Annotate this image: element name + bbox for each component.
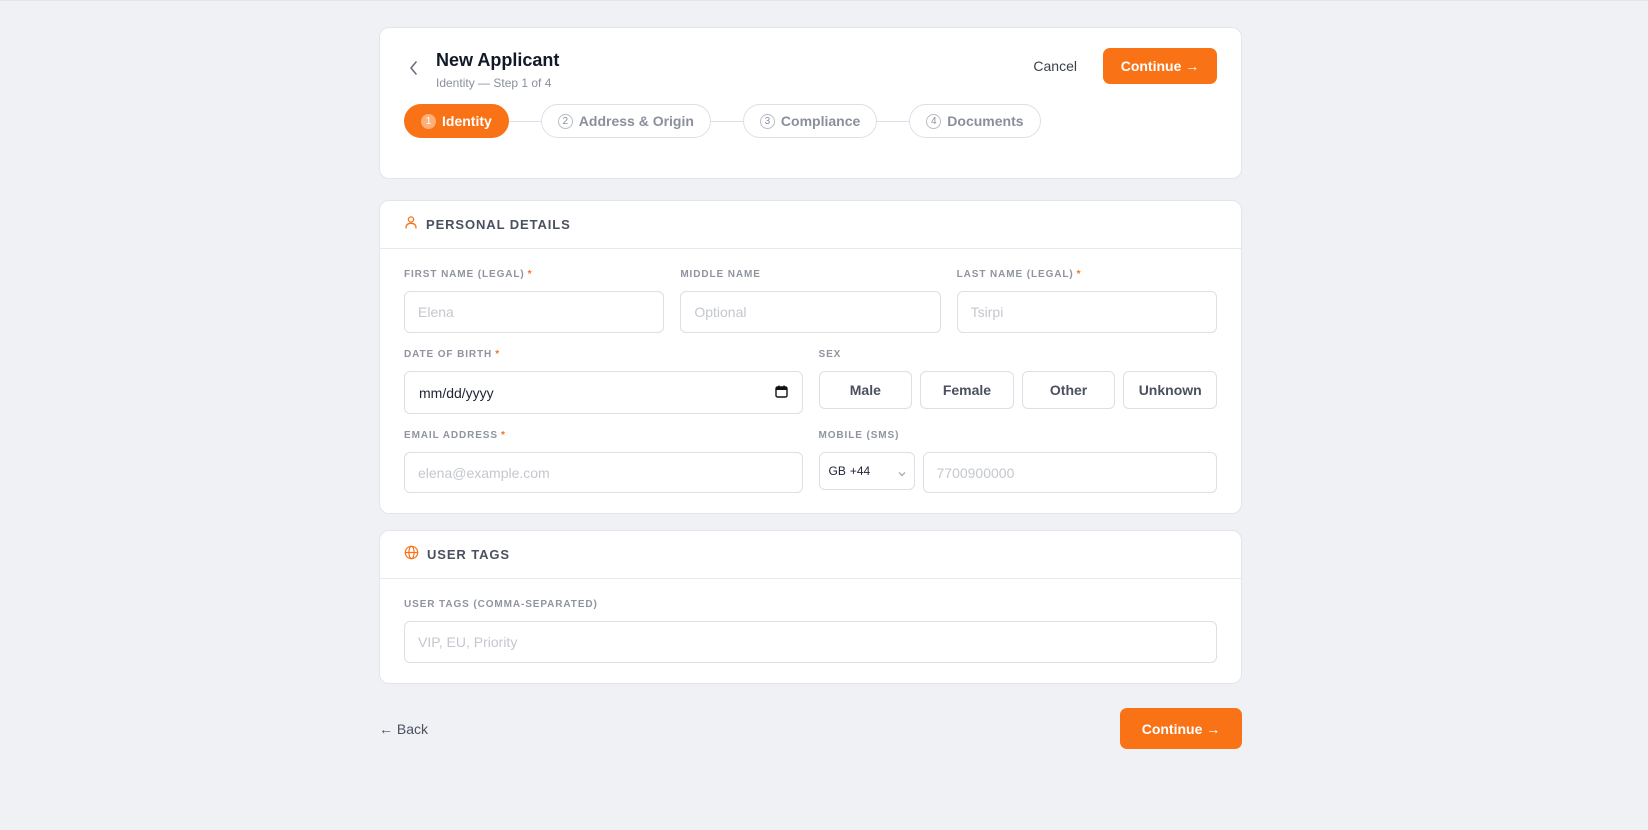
sex-option-female[interactable]: Female: [920, 371, 1014, 409]
sex-options: Male Female Other Unknown: [818, 371, 1217, 409]
stepper: 1 Identity 2 Address & Origin 3 Complian…: [404, 104, 1217, 138]
dob-field: DATE OF BIRTH * mm/dd/yyyy: [404, 349, 803, 414]
step-label: Identity: [442, 113, 492, 129]
section-body: USER TAGS (COMMA-SEPARATED): [380, 579, 1241, 683]
field-label: FIRST NAME (LEGAL) *: [404, 269, 533, 280]
field-label: LAST NAME (LEGAL) *: [956, 269, 1082, 280]
continue-button-top[interactable]: Continue →: [1103, 48, 1217, 84]
last-name-field: LAST NAME (LEGAL) *: [956, 269, 1217, 333]
step-connector: [508, 120, 541, 122]
step-number: 2: [557, 113, 573, 129]
globe-icon: [404, 545, 419, 565]
step-number: 1: [421, 113, 436, 129]
section-header: USER TAGS: [380, 531, 1241, 579]
field-label: EMAIL ADDRESS *: [404, 430, 506, 441]
field-label: DATE OF BIRTH *: [404, 349, 500, 360]
sex-option-male[interactable]: Male: [818, 371, 913, 409]
continue-button-bottom[interactable]: Continue →: [1120, 708, 1242, 749]
step-connector: [877, 120, 910, 122]
step-identity[interactable]: 1 Identity: [404, 104, 509, 138]
mobile-field: MOBILE (SMS) GB +44: [818, 430, 1217, 493]
user-tags-field: USER TAGS (COMMA-SEPARATED): [404, 599, 1217, 663]
back-chevron-icon[interactable]: [404, 58, 424, 78]
field-label: MIDDLE NAME: [680, 269, 761, 280]
step-compliance[interactable]: 3 Compliance: [742, 104, 878, 138]
sex-option-other[interactable]: Other: [1021, 371, 1116, 409]
middle-name-field: MIDDLE NAME: [680, 269, 941, 333]
cancel-button[interactable]: Cancel: [1021, 50, 1089, 82]
phone-row: GB +44: [818, 452, 1217, 493]
first-name-input[interactable]: [404, 291, 665, 333]
page-subtitle: Identity — Step 1 of 4: [436, 76, 552, 90]
step-label: Compliance: [780, 113, 861, 129]
form-footer: ← Back Continue →: [379, 708, 1242, 749]
user-tags-input[interactable]: [404, 621, 1217, 663]
applicant-form: New Applicant Identity — Step 1 of 4 Can…: [379, 27, 1242, 749]
section-title: USER TAGS: [427, 547, 510, 562]
name-row: FIRST NAME (LEGAL)* MIDDLE NAME LAST NAM…: [404, 269, 1217, 333]
user-tags-card: USER TAGS USER TAGS (COMMA-SEPARATED): [379, 530, 1242, 684]
section-body: FIRST NAME (LEGAL)* MIDDLE NAME LAST NAM…: [380, 249, 1241, 513]
personal-details-card: PERSONAL DETAILS FIRST NAME (LEGAL)* MID…: [379, 200, 1242, 514]
calendar-icon[interactable]: [774, 385, 788, 401]
back-button[interactable]: ← Back: [379, 721, 428, 737]
title-block: New Applicant Identity — Step 1 of 4: [436, 48, 559, 90]
last-name-input[interactable]: [956, 291, 1217, 333]
step-label: Address & Origin: [578, 113, 694, 129]
field-label: USER TAGS (COMMA-SEPARATED): [404, 599, 598, 610]
section-header: PERSONAL DETAILS: [380, 201, 1241, 249]
header-actions: Cancel Continue →: [1021, 48, 1217, 84]
first-name-field: FIRST NAME (LEGAL) *: [404, 269, 665, 333]
header-top: New Applicant Identity — Step 1 of 4 Can…: [404, 48, 1217, 90]
page-title: New Applicant: [436, 50, 560, 70]
step-number: 4: [926, 113, 942, 129]
dob-value: mm/dd/yyyy: [419, 384, 494, 401]
step-label: Documents: [947, 113, 1024, 129]
step-address-origin[interactable]: 2 Address & Origin: [540, 104, 711, 138]
email-input[interactable]: [404, 452, 803, 493]
step-connector: [710, 120, 743, 122]
user-icon: [404, 215, 418, 234]
dob-input[interactable]: mm/dd/yyyy: [404, 371, 803, 414]
middle-name-input[interactable]: [680, 291, 941, 333]
mobile-number-input[interactable]: [922, 452, 1217, 493]
section-title: PERSONAL DETAILS: [426, 217, 571, 232]
sex-field: SEX Male Female Other Unknown: [818, 349, 1217, 414]
chevron-down-icon: [898, 466, 906, 480]
dial-code: +44: [849, 464, 871, 478]
step-documents[interactable]: 4 Documents: [909, 104, 1041, 138]
country-code: GB: [828, 464, 846, 478]
field-label: SEX: [818, 349, 842, 360]
title-group: New Applicant Identity — Step 1 of 4: [404, 48, 559, 90]
step-number: 3: [759, 113, 775, 129]
contact-row: EMAIL ADDRESS* MOBILE (SMS) GB +44: [404, 430, 1217, 493]
header-card: New Applicant Identity — Step 1 of 4 Can…: [379, 27, 1242, 179]
country-code-select[interactable]: GB +44: [818, 452, 915, 490]
dob-sex-row: DATE OF BIRTH * mm/dd/yyyy SEX Male Femal…: [404, 349, 1217, 414]
email-field: EMAIL ADDRESS *: [404, 430, 803, 493]
field-label: MOBILE (SMS): [818, 430, 900, 441]
sex-option-unknown[interactable]: Unknown: [1123, 371, 1217, 409]
top-border: [0, 0, 1648, 1]
